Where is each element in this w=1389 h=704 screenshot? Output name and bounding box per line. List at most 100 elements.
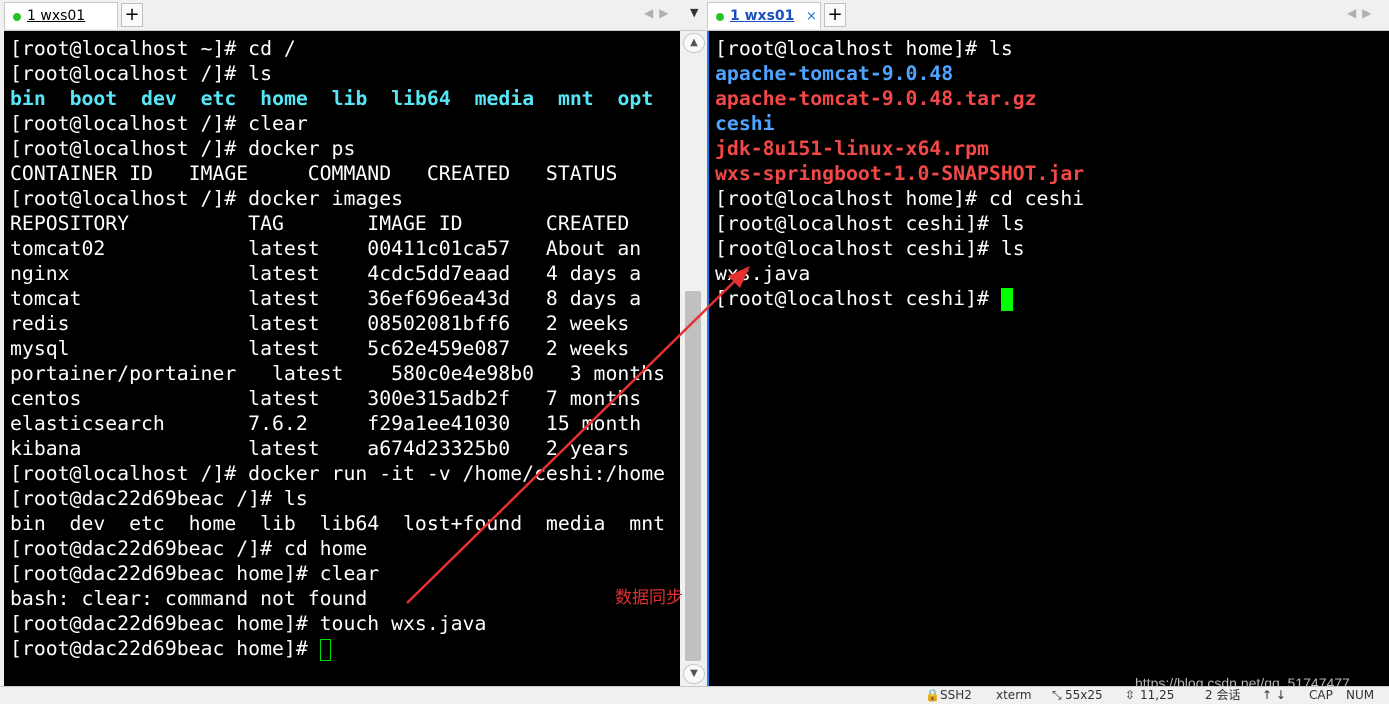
- terminal-text: CONTAINER ID IMAGE COMMAND CREATED STATU…: [10, 162, 618, 185]
- terminal-line: [root@localhost home]# ls: [715, 36, 1084, 61]
- terminal-line: [root@localhost /]# docker ps: [10, 136, 665, 161]
- terminal-type-status: xterm: [996, 688, 1032, 702]
- terminal-output-right[interactable]: [root@localhost home]# ls apache-tomcat-9…: [707, 31, 1389, 686]
- tab-scroll-arrows-icon[interactable]: ◀▶: [1347, 6, 1377, 20]
- terminal-text: apache-tomcat-9.0.48.tar.gz: [715, 87, 1037, 110]
- terminal-text: redis latest 08502081bff6 2 weeks: [10, 312, 630, 335]
- data-sync-annotation: 数据同步: [615, 588, 683, 608]
- add-tab-button[interactable]: +: [121, 3, 143, 27]
- terminal-line: wxs.java: [715, 261, 1084, 286]
- terminal-cursor: [1000, 288, 1013, 311]
- terminal-text: [root@localhost ceshi]#: [715, 287, 1001, 310]
- terminal-text: home: [260, 87, 308, 110]
- terminal-text: wxs.java: [715, 262, 811, 285]
- scroll-up-icon[interactable]: ▲: [683, 33, 705, 53]
- left-session-pane: 1 wxs01 + ◀▶ ▼ [root@localhost ~]# cd /[…: [4, 0, 706, 686]
- terminal-output-left[interactable]: [root@localhost ~]# cd / [root@localhost …: [4, 31, 680, 686]
- connected-status-icon: [716, 13, 724, 21]
- terminal-text: wxs-springboot-1.0-SNAPSHOT.jar: [715, 162, 1085, 185]
- terminal-text: elasticsearch 7.6.2 f29a1ee41030 15 mont…: [10, 412, 642, 435]
- terminal-line: [root@dac22d69beac home]#: [10, 636, 665, 661]
- terminal-text: [root@dac22d69beac home]#: [10, 637, 320, 660]
- terminal-text: mysql latest 5c62e459e087 2 weeks: [10, 337, 630, 360]
- terminal-text: [root@localhost ceshi]# ls: [715, 237, 1025, 260]
- right-tab-bar: 1 wxs01 × + ◀▶: [707, 0, 1389, 31]
- terminal-text: lib: [331, 87, 368, 110]
- tab-number: 1: [27, 8, 36, 24]
- terminal-text: lib64: [391, 87, 451, 110]
- terminal-text: [root@localhost /]# docker images: [10, 187, 404, 210]
- terminal-line: bin boot dev etc home lib lib64 media mn…: [10, 86, 665, 111]
- tab-scroll-arrows-icon[interactable]: ◀▶: [644, 6, 674, 20]
- connected-status-icon: [13, 13, 21, 21]
- terminal-line: REPOSITORY TAG IMAGE ID CREATED: [10, 211, 665, 236]
- terminal-text: media: [474, 87, 535, 110]
- terminal-text: tomcat02 latest 00411c01ca57 About an: [10, 237, 642, 260]
- terminal-text: etc: [200, 87, 237, 110]
- terminal-text: [root@localhost /]# ls: [10, 62, 273, 85]
- terminal-line: [root@localhost ~]# cd /: [10, 36, 665, 61]
- terminal-text: opt: [617, 87, 654, 110]
- terminal-line: [root@dac22d69beac home]# clear: [10, 561, 665, 586]
- scroll-down-icon[interactable]: ▼: [683, 664, 705, 684]
- size-status: 55x25: [1065, 688, 1103, 702]
- session-nav-arrows-icon[interactable]: ↑ ↓: [1262, 687, 1286, 704]
- terminal-text: bin dev etc home lib lib64 lost+found me…: [10, 512, 666, 535]
- add-tab-button[interactable]: +: [824, 3, 846, 27]
- tab-number: 1: [730, 8, 740, 24]
- terminal-line: [root@localhost /]# ls: [10, 61, 665, 86]
- terminal-text: dev: [141, 87, 177, 110]
- terminal-line: CONTAINER ID IMAGE COMMAND CREATED STATU…: [10, 161, 665, 186]
- tab-wxs01-right[interactable]: 1 wxs01 ×: [707, 2, 821, 29]
- terminal-line: [root@localhost ceshi]# ls: [715, 236, 1084, 261]
- terminal-text: centos latest 300e315adb2f 7 months: [10, 387, 642, 410]
- terminal-line: [root@dac22d69beac home]# touch wxs.java: [10, 611, 665, 636]
- terminal-line: apache-tomcat-9.0.48: [715, 61, 1084, 86]
- terminal-line: nginx latest 4cdc5dd7eaad 4 days a: [10, 261, 665, 286]
- terminal-cursor: [319, 638, 331, 661]
- terminal-line: jdk-8u151-linux-x64.rpm: [715, 136, 1084, 161]
- scrollbar-thumb[interactable]: [685, 291, 701, 661]
- terminal-text: jdk-8u151-linux-x64.rpm: [715, 137, 989, 160]
- terminal-text: [root@localhost ~]# cd /: [10, 37, 296, 60]
- terminal-line: centos latest 300e315adb2f 7 months: [10, 386, 665, 411]
- terminal-text: apache-tomcat-9.0.48: [715, 62, 954, 85]
- resize-icon: ⤡: [1052, 688, 1062, 702]
- terminal-line: portainer/portainer latest 580c0e4e98b0 …: [10, 361, 665, 386]
- protocol-status: SSH2: [940, 688, 972, 702]
- terminal-line: redis latest 08502081bff6 2 weeks: [10, 311, 665, 336]
- terminal-scrollbar[interactable]: ▲ ▼: [680, 31, 706, 686]
- terminal-line: [root@localhost /]# docker run -it -v /h…: [10, 461, 665, 486]
- terminal-line: [root@dac22d69beac /]# cd home: [10, 536, 665, 561]
- terminal-line: bash: clear: command not found: [10, 586, 665, 611]
- terminal-lines: [root@localhost ~]# cd / [root@localhost …: [10, 36, 665, 661]
- cursor-icon: ⇳: [1125, 688, 1136, 702]
- terminal-text: tomcat latest 36ef696ea43d 8 days a: [10, 287, 642, 310]
- terminal-text: bash: clear: command not found: [10, 587, 368, 610]
- terminal-line: [root@localhost ceshi]# ls: [715, 211, 1084, 236]
- terminal-line: [root@localhost ceshi]#: [715, 286, 1084, 311]
- left-tab-bar: 1 wxs01 + ◀▶ ▼: [4, 0, 706, 31]
- terminal-line: [root@dac22d69beac /]# ls: [10, 486, 665, 511]
- status-bar: 🔒 SSH2 xterm ⤡ 55x25 ⇳ 11,25 2 会话 ↑ ↓ CA…: [0, 686, 1389, 704]
- terminal-text: portainer/portainer latest 580c0e4e98b0 …: [10, 362, 666, 385]
- terminal-line: [root@localhost /]# docker images: [10, 186, 665, 211]
- terminal-text: kibana latest a674d23325b0 2 years: [10, 437, 630, 460]
- tab-list-dropdown-icon[interactable]: ▼: [690, 6, 698, 19]
- terminal-text: [root@localhost home]# cd ceshi: [715, 187, 1085, 210]
- terminal-line: wxs-springboot-1.0-SNAPSHOT.jar: [715, 161, 1084, 186]
- cursor-position-status: 11,25: [1140, 688, 1175, 702]
- terminal-text: [root@localhost /]# docker ps: [10, 137, 356, 160]
- terminal-line: bin dev etc home lib lib64 lost+found me…: [10, 511, 665, 536]
- terminal-text: [root@localhost /]# docker run -it -v /h…: [10, 462, 666, 485]
- terminal-line: tomcat02 latest 00411c01ca57 About an: [10, 236, 665, 261]
- tab-wxs01-left[interactable]: 1 wxs01: [4, 2, 118, 29]
- close-tab-icon[interactable]: ×: [806, 3, 817, 30]
- terminal-text: REPOSITORY TAG IMAGE ID CREATED: [10, 212, 630, 235]
